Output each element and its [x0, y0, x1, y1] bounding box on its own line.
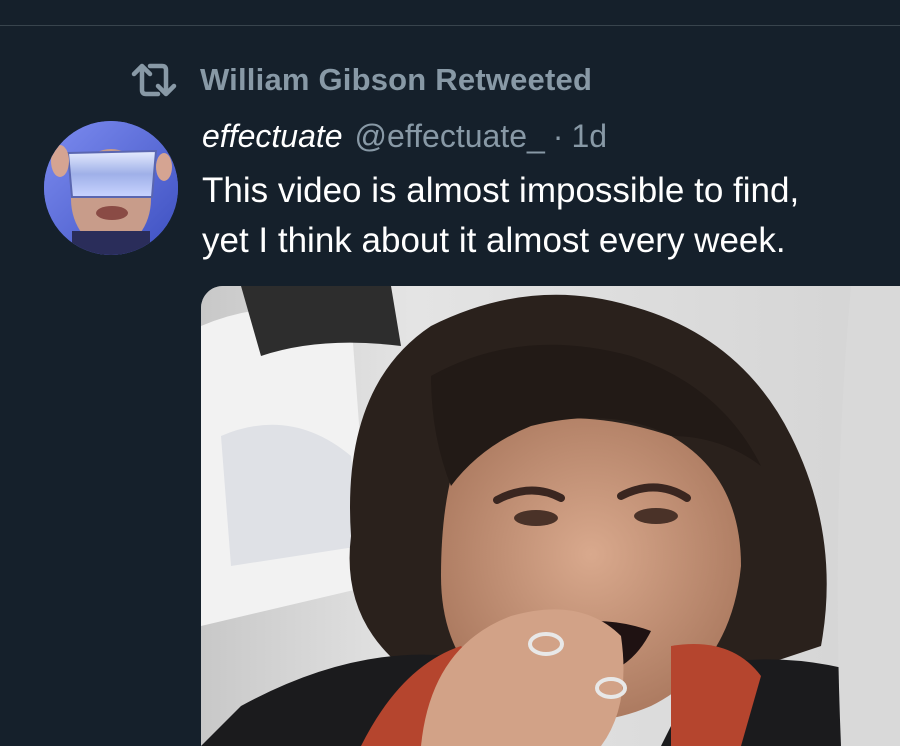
retweet-context[interactable]: William Gibson Retweeted — [130, 58, 592, 102]
tweet-text-line: yet I think about it almost every week. — [202, 221, 786, 260]
avatar[interactable] — [44, 121, 178, 255]
user-handle[interactable]: @effectuate_ — [355, 118, 545, 155]
header-separator: · — [552, 118, 564, 154]
top-divider — [0, 25, 900, 26]
retweet-icon — [130, 60, 178, 100]
tweet-text-line: This video is almost impossible to find, — [202, 171, 800, 210]
tweet-header: effectuate @effectuate_ · 1d — [202, 118, 607, 162]
tweet-text: This video is almost impossible to find,… — [202, 166, 900, 266]
timestamp[interactable]: 1d — [571, 118, 607, 155]
retweeted-by-label[interactable]: William Gibson Retweeted — [200, 62, 592, 98]
video-thumbnail[interactable] — [201, 286, 900, 746]
display-name[interactable]: effectuate — [202, 118, 343, 155]
